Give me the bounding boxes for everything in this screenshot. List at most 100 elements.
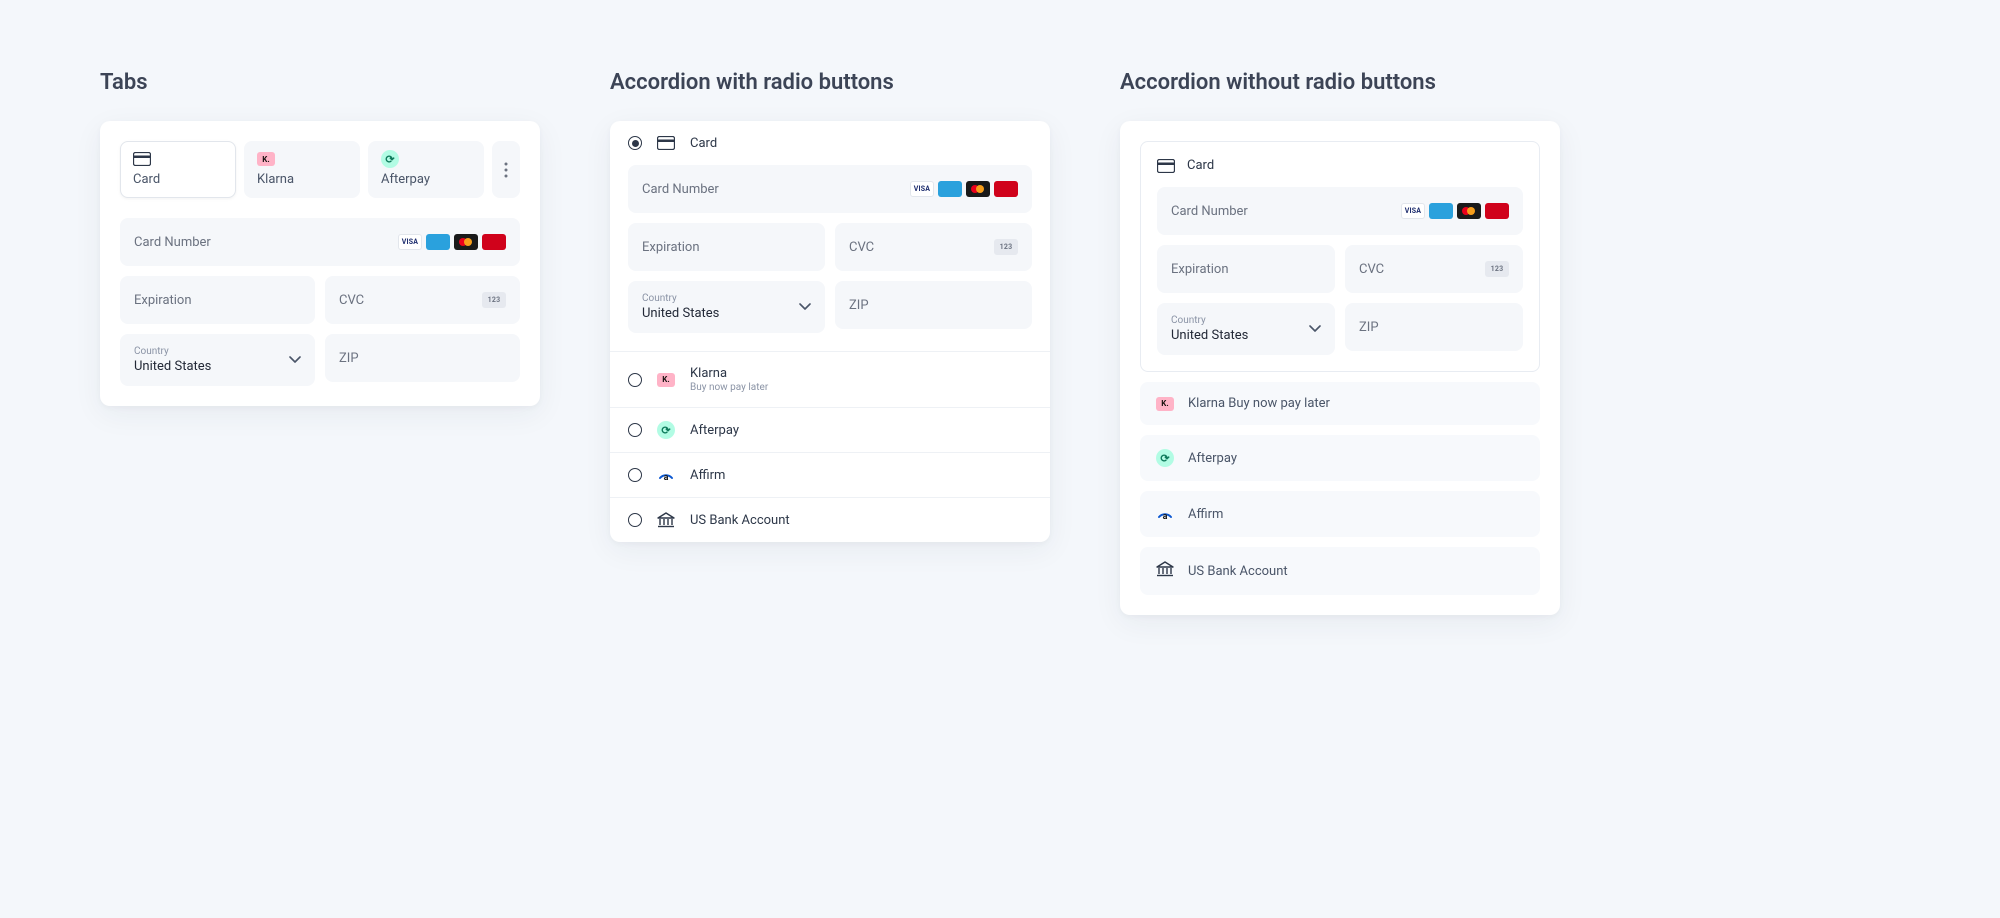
- accordion-plain-card: Card Card Number VISA Exp: [1120, 121, 1560, 615]
- accordion-item-afterpay: ⟳ Afterpay: [610, 408, 1050, 453]
- radio-unchecked-icon: [628, 373, 642, 387]
- input-placeholder: ZIP: [1359, 320, 1379, 335]
- input-placeholder: Expiration: [642, 240, 700, 255]
- card-form: Card Number VISA Expiration CVC 123: [120, 218, 520, 386]
- cvc-input[interactable]: CVC 123: [1345, 245, 1523, 293]
- bank-icon: [1156, 561, 1174, 581]
- accordion-item-klarna[interactable]: K. Klarna Buy now pay later: [1140, 382, 1540, 425]
- afterpay-icon: ⟳: [656, 422, 676, 438]
- card-brand-row: VISA: [910, 181, 1018, 197]
- tab-afterpay[interactable]: ⟳ Afterpay: [368, 141, 484, 198]
- select-value: United States: [642, 306, 719, 321]
- tab-label: Klarna: [257, 172, 347, 187]
- expiration-input[interactable]: Expiration: [120, 276, 315, 324]
- unionpay-icon: [994, 181, 1018, 197]
- expiration-input[interactable]: Expiration: [1157, 245, 1335, 293]
- accordion-label: US Bank Account: [690, 513, 790, 528]
- tabs-payment-card: Card K. Klarna ⟳ Afterpay: [100, 121, 540, 406]
- accordion-label: Afterpay: [1188, 451, 1237, 466]
- accordion-header-card[interactable]: Card: [1157, 158, 1523, 173]
- affirm-icon: a: [1156, 505, 1174, 523]
- accordion-item-afterpay[interactable]: ⟳ Afterpay: [1140, 435, 1540, 481]
- bank-icon: [656, 512, 676, 528]
- chevron-down-icon: [799, 300, 811, 315]
- card-number-input[interactable]: Card Number VISA: [1157, 187, 1523, 235]
- accordion-item-usbank[interactable]: US Bank Account: [1140, 547, 1540, 595]
- visa-icon: VISA: [398, 234, 422, 250]
- card-icon: [656, 135, 676, 151]
- radio-unchecked-icon: [628, 423, 642, 437]
- accordion-item-usbank: US Bank Account: [610, 498, 1050, 542]
- visa-icon: VISA: [910, 181, 934, 197]
- card-form: Card Number VISA Expiration: [628, 165, 1032, 333]
- accordion-header-card[interactable]: Card: [610, 121, 1050, 165]
- accordion-item-affirm[interactable]: a Affirm: [1140, 491, 1540, 537]
- accordion-label: Affirm: [1188, 507, 1223, 522]
- select-value: United States: [134, 359, 211, 374]
- cvc-input[interactable]: CVC 123: [835, 223, 1032, 271]
- afterpay-icon: ⟳: [381, 152, 399, 166]
- input-placeholder: Card Number: [642, 182, 719, 197]
- accordion-collapsed-list: K. Klarna Buy now pay later ⟳ Afterpay a…: [1140, 382, 1540, 595]
- accordion-label: US Bank Account: [1188, 564, 1288, 579]
- payment-method-tabs: Card K. Klarna ⟳ Afterpay: [120, 141, 520, 198]
- radio-checked-icon: [628, 136, 642, 150]
- klarna-icon: K.: [656, 372, 676, 388]
- accordion-item-affirm: a Affirm: [610, 453, 1050, 498]
- cvc-card-icon: 123: [1485, 261, 1509, 277]
- accordion-item-card: Card Card Number VISA: [610, 121, 1050, 352]
- amex-icon: [938, 181, 962, 197]
- select-value: United States: [1171, 328, 1248, 343]
- svg-text:a: a: [664, 473, 669, 483]
- unionpay-icon: [482, 234, 506, 250]
- tab-card[interactable]: Card: [120, 141, 236, 198]
- card-brand-row: VISA: [398, 234, 506, 250]
- amex-icon: [1429, 203, 1453, 219]
- input-placeholder: ZIP: [339, 351, 359, 366]
- chevron-down-icon: [1309, 322, 1321, 337]
- input-placeholder: Card Number: [134, 235, 211, 250]
- mastercard-icon: [454, 234, 478, 250]
- tab-label: Card: [133, 172, 223, 187]
- cvc-input[interactable]: CVC 123: [325, 276, 520, 324]
- section-title-accordion-radio: Accordion with radio buttons: [610, 70, 1050, 95]
- klarna-icon: K.: [1156, 397, 1174, 411]
- card-number-input[interactable]: Card Number VISA: [628, 165, 1032, 213]
- zip-input[interactable]: ZIP: [325, 334, 520, 382]
- input-placeholder: CVC: [849, 240, 874, 255]
- mastercard-icon: [966, 181, 990, 197]
- afterpay-icon: ⟳: [1156, 449, 1174, 467]
- accordion-header-affirm[interactable]: a Affirm: [610, 453, 1050, 497]
- country-select[interactable]: Country United States: [1157, 303, 1335, 355]
- input-placeholder: Expiration: [1171, 262, 1229, 277]
- zip-input[interactable]: ZIP: [835, 281, 1032, 329]
- more-vertical-icon: [504, 162, 508, 178]
- amex-icon: [426, 234, 450, 250]
- card-icon: [1157, 159, 1175, 173]
- accordion-header-afterpay[interactable]: ⟳ Afterpay: [610, 408, 1050, 452]
- accordion-radio-card: Card Card Number VISA: [610, 121, 1050, 542]
- input-placeholder: Card Number: [1171, 204, 1248, 219]
- input-placeholder: CVC: [339, 293, 364, 308]
- cvc-card-icon: 123: [994, 239, 1018, 255]
- accordion-header-usbank[interactable]: US Bank Account: [610, 498, 1050, 542]
- accordion-sublabel: Buy now pay later: [1228, 396, 1330, 411]
- zip-input[interactable]: ZIP: [1345, 303, 1523, 351]
- select-label: Country: [1171, 315, 1206, 326]
- tab-klarna[interactable]: K. Klarna: [244, 141, 360, 198]
- accordion-label: Klarna: [690, 366, 768, 381]
- country-select[interactable]: Country United States: [120, 334, 315, 386]
- accordion-label: Card: [1187, 158, 1214, 173]
- unionpay-icon: [1485, 203, 1509, 219]
- card-number-input[interactable]: Card Number VISA: [120, 218, 520, 266]
- section-title-tabs: Tabs: [100, 70, 540, 95]
- input-placeholder: CVC: [1359, 262, 1384, 277]
- mastercard-icon: [1457, 203, 1481, 219]
- tabs-overflow-button[interactable]: [492, 141, 520, 198]
- expiration-input[interactable]: Expiration: [628, 223, 825, 271]
- country-select[interactable]: Country United States: [628, 281, 825, 333]
- input-placeholder: Expiration: [134, 293, 192, 308]
- section-title-accordion-plain: Accordion without radio buttons: [1120, 70, 1560, 95]
- accordion-header-klarna[interactable]: K. Klarna Buy now pay later: [610, 352, 1050, 407]
- select-label: Country: [134, 346, 169, 357]
